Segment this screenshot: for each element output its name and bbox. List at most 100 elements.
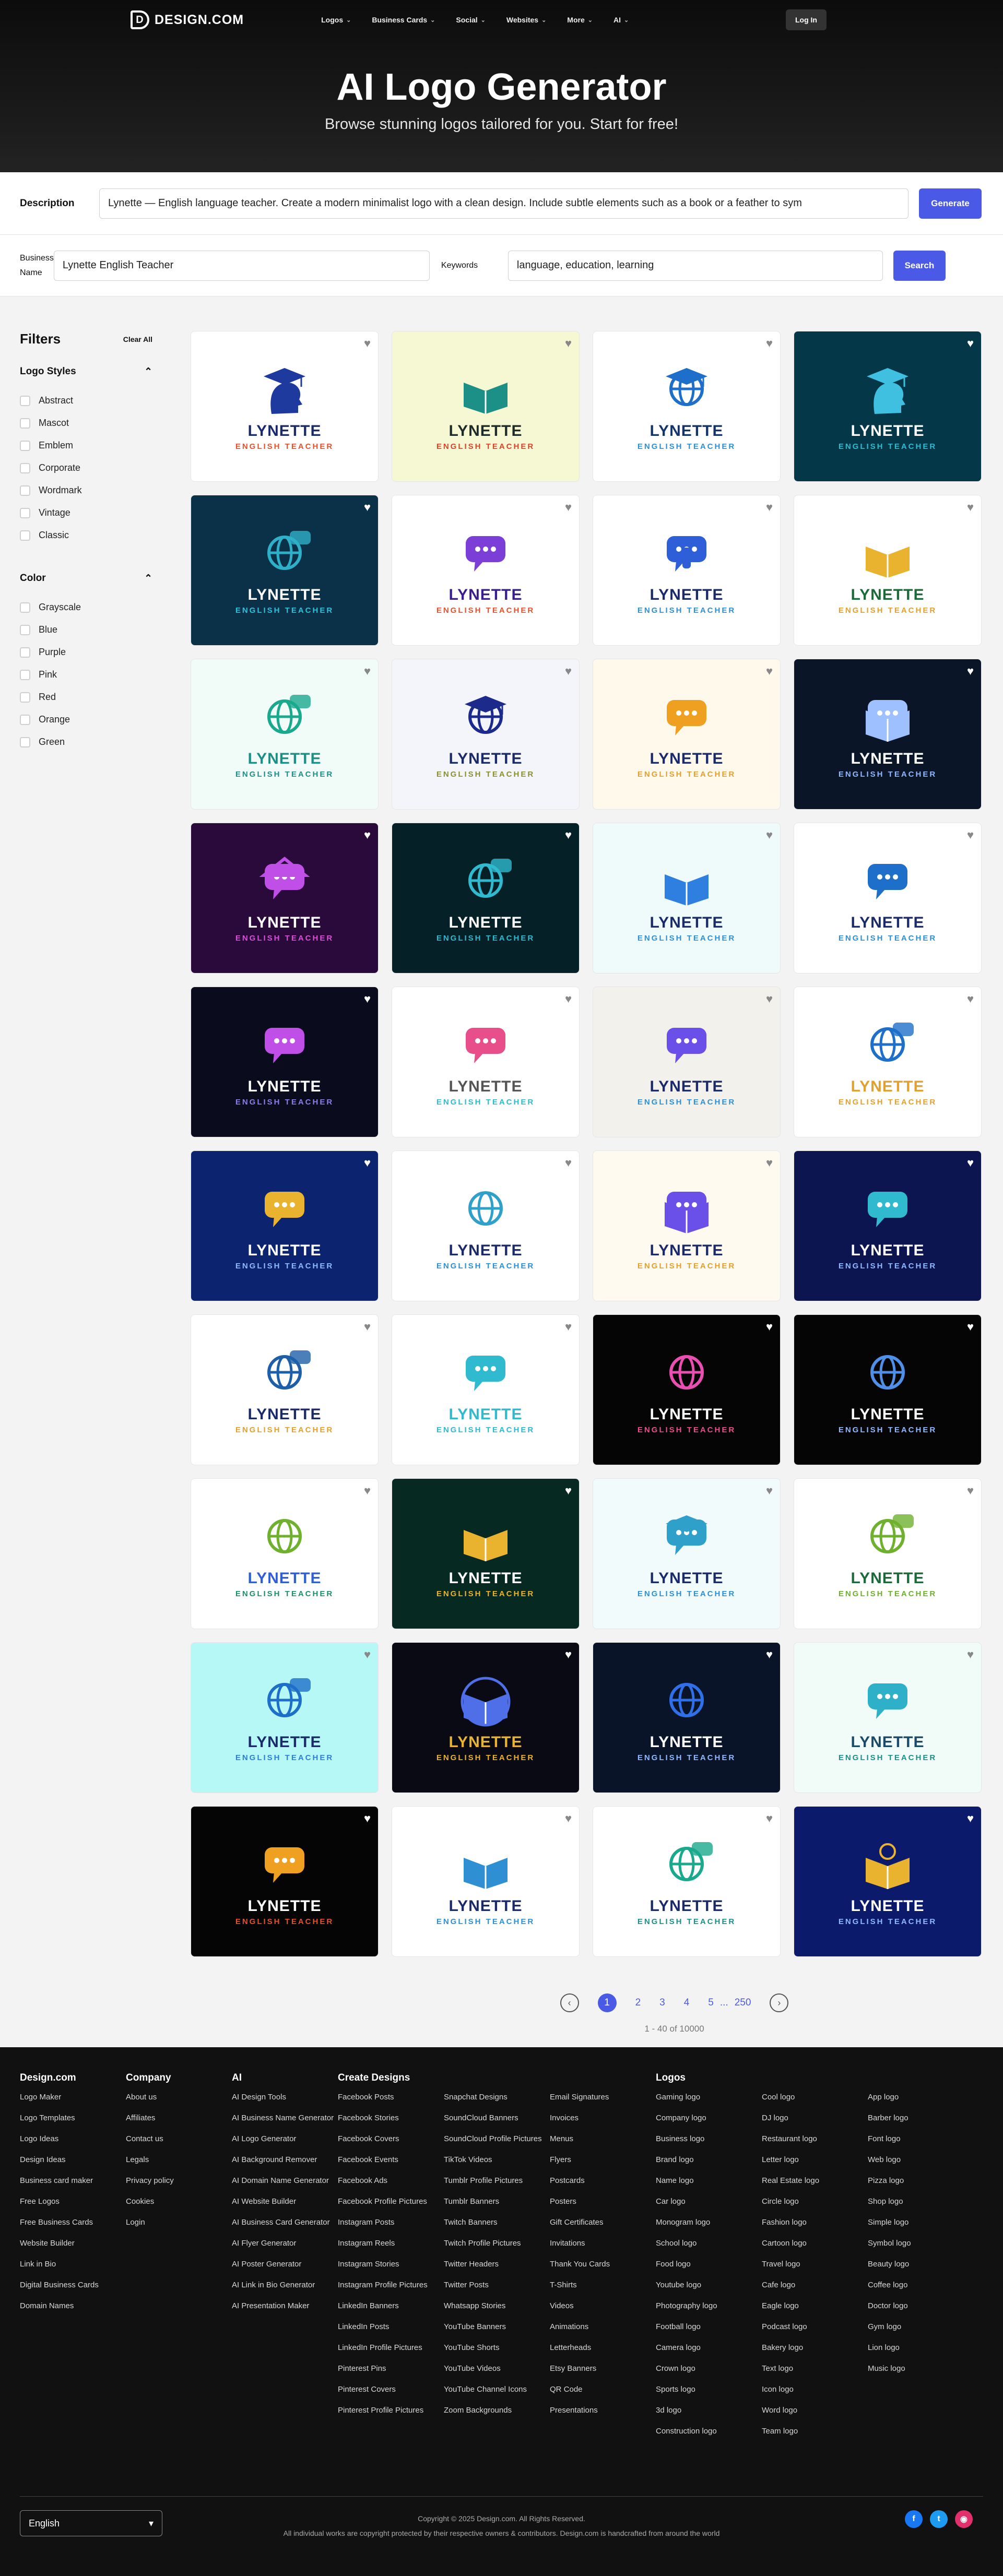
footer-link[interactable]: Travel logo bbox=[762, 2259, 868, 2269]
logo-card[interactable]: ♥ LYNETTE ENGLISH TEACHER bbox=[191, 987, 379, 1137]
logo-card[interactable]: ♥ LYNETTE ENGLISH TEACHER bbox=[794, 1806, 982, 1957]
logo-card[interactable]: ♥ LYNETTE ENGLISH TEACHER bbox=[392, 823, 580, 974]
logo-card[interactable]: ♥ LYNETTE ENGLISH TEACHER bbox=[593, 331, 781, 482]
logo-card[interactable]: ♥ LYNETTE ENGLISH TEACHER bbox=[794, 659, 982, 810]
filter-style-abstract[interactable]: Abstract bbox=[20, 389, 152, 412]
footer-link[interactable]: AI Design Tools bbox=[232, 2092, 338, 2102]
footer-link[interactable]: Real Estate logo bbox=[762, 2176, 868, 2186]
favorite-heart-icon[interactable]: ♥ bbox=[967, 992, 974, 1006]
nav-item-logos[interactable]: Logos ⌄ bbox=[311, 16, 361, 24]
favorite-heart-icon[interactable]: ♥ bbox=[967, 337, 974, 350]
logo-card[interactable]: ♥ LYNETTE ENGLISH TEACHER bbox=[392, 1806, 580, 1957]
footer-link[interactable]: Construction logo bbox=[656, 2426, 762, 2436]
logo-card[interactable]: ♥ LYNETTE ENGLISH TEACHER bbox=[191, 1150, 379, 1301]
footer-link[interactable]: TikTok Videos bbox=[444, 2155, 550, 2165]
favorite-heart-icon[interactable]: ♥ bbox=[364, 992, 371, 1006]
filter-color-purple[interactable]: Purple bbox=[20, 641, 152, 663]
footer-link[interactable]: Pinterest Profile Pictures bbox=[338, 2405, 444, 2415]
favorite-heart-icon[interactable]: ♥ bbox=[766, 1320, 773, 1334]
footer-link[interactable]: AI Business Card Generator bbox=[232, 2217, 338, 2227]
footer-link[interactable]: Contact us bbox=[126, 2134, 232, 2144]
footer-link[interactable]: LinkedIn Posts bbox=[338, 2322, 444, 2332]
logo-card[interactable]: ♥ LYNETTE ENGLISH TEACHER bbox=[593, 495, 781, 646]
footer-link[interactable]: Invitations bbox=[550, 2238, 656, 2248]
footer-link[interactable]: School logo bbox=[656, 2238, 762, 2248]
checkbox[interactable] bbox=[20, 530, 30, 541]
logo-card[interactable]: ♥ LYNETTE ENGLISH TEACHER bbox=[794, 1314, 982, 1465]
favorite-heart-icon[interactable]: ♥ bbox=[565, 1648, 572, 1661]
footer-link[interactable]: Free Business Cards bbox=[20, 2217, 126, 2227]
nav-item-ai[interactable]: AI ⌄ bbox=[603, 16, 639, 24]
footer-link[interactable]: Music logo bbox=[868, 2364, 974, 2373]
footer-link[interactable]: QR Code bbox=[550, 2384, 656, 2394]
footer-link[interactable]: Twitch Banners bbox=[444, 2217, 550, 2227]
footer-link[interactable]: Presentations bbox=[550, 2405, 656, 2415]
footer-link[interactable]: Email Signatures bbox=[550, 2092, 656, 2102]
footer-link[interactable]: Circle logo bbox=[762, 2197, 868, 2206]
footer-link[interactable]: Doctor logo bbox=[868, 2301, 974, 2311]
filter-style-vintage[interactable]: Vintage bbox=[20, 502, 152, 524]
checkbox[interactable] bbox=[20, 485, 30, 496]
footer-link[interactable]: Name logo bbox=[656, 2176, 762, 2186]
footer-link[interactable]: Affiliates bbox=[126, 2113, 232, 2123]
brand-logo[interactable]: D DESIGN.COM bbox=[131, 10, 244, 29]
nav-item-business-cards[interactable]: Business Cards ⌄ bbox=[361, 16, 445, 24]
footer-link[interactable]: Etsy Banners bbox=[550, 2364, 656, 2373]
footer-link[interactable]: Coffee logo bbox=[868, 2280, 974, 2290]
footer-link[interactable]: YouTube Channel Icons bbox=[444, 2384, 550, 2394]
logo-card[interactable]: ♥ LYNETTE ENGLISH TEACHER bbox=[392, 331, 580, 482]
footer-link[interactable]: AI Background Remover bbox=[232, 2155, 338, 2165]
footer-link[interactable]: Football logo bbox=[656, 2322, 762, 2332]
footer-link[interactable]: Design Ideas bbox=[20, 2155, 126, 2165]
checkbox[interactable] bbox=[20, 462, 30, 473]
favorite-heart-icon[interactable]: ♥ bbox=[364, 1812, 371, 1825]
logo-card[interactable]: ♥ LYNETTE ENGLISH TEACHER bbox=[392, 1478, 580, 1629]
footer-link[interactable]: Facebook Ads bbox=[338, 2176, 444, 2186]
filter-style-classic[interactable]: Classic bbox=[20, 524, 152, 547]
logo-card[interactable]: ♥ LYNETTE ENGLISH TEACHER bbox=[593, 987, 781, 1137]
favorite-heart-icon[interactable]: ♥ bbox=[565, 1156, 572, 1170]
filter-color-red[interactable]: Red bbox=[20, 686, 152, 708]
logo-card[interactable]: ♥ LYNETTE ENGLISH TEACHER bbox=[794, 1150, 982, 1301]
page-current[interactable]: 1 bbox=[597, 1993, 617, 2012]
footer-link[interactable]: Logo Maker bbox=[20, 2092, 126, 2102]
favorite-heart-icon[interactable]: ♥ bbox=[766, 1812, 773, 1825]
footer-link[interactable]: Cafe logo bbox=[762, 2280, 868, 2290]
logo-card[interactable]: ♥ LYNETTE ENGLISH TEACHER bbox=[794, 331, 982, 482]
favorite-heart-icon[interactable]: ♥ bbox=[565, 337, 572, 350]
footer-link[interactable]: AI Domain Name Generator bbox=[232, 2176, 338, 2186]
footer-link[interactable]: Pinterest Pins bbox=[338, 2364, 444, 2373]
footer-link[interactable]: Text logo bbox=[762, 2364, 868, 2373]
logo-card[interactable]: ♥ LYNETTE ENGLISH TEACHER bbox=[392, 1150, 580, 1301]
footer-link[interactable]: Domain Names bbox=[20, 2301, 126, 2311]
footer-link[interactable]: Login bbox=[126, 2217, 232, 2227]
favorite-heart-icon[interactable]: ♥ bbox=[565, 1812, 572, 1825]
footer-link[interactable]: Web logo bbox=[868, 2155, 974, 2165]
footer-link[interactable]: LinkedIn Profile Pictures bbox=[338, 2343, 444, 2353]
favorite-heart-icon[interactable]: ♥ bbox=[364, 337, 371, 350]
favorite-heart-icon[interactable]: ♥ bbox=[967, 501, 974, 514]
logo-card[interactable]: ♥ LYNETTE ENGLISH TEACHER bbox=[392, 987, 580, 1137]
checkbox[interactable] bbox=[20, 395, 30, 406]
favorite-heart-icon[interactable]: ♥ bbox=[565, 828, 572, 842]
footer-link[interactable]: Lion logo bbox=[868, 2343, 974, 2353]
search-button[interactable]: Search bbox=[893, 250, 946, 281]
footer-link[interactable]: Digital Business Cards bbox=[20, 2280, 126, 2290]
language-select[interactable]: English ▾ bbox=[20, 2510, 162, 2536]
generate-button[interactable]: Generate bbox=[919, 188, 982, 219]
page-link[interactable]: 3 bbox=[659, 1997, 665, 2009]
logo-card[interactable]: ♥ LYNETTE ENGLISH TEACHER bbox=[392, 1642, 580, 1793]
footer-link[interactable]: Shop logo bbox=[868, 2197, 974, 2206]
footer-link[interactable]: Letterheads bbox=[550, 2343, 656, 2353]
logo-card[interactable]: ♥ LYNETTE ENGLISH TEACHER bbox=[191, 1806, 379, 1957]
logo-card[interactable]: ♥ LYNETTE ENGLISH TEACHER bbox=[392, 659, 580, 810]
page-link[interactable]: 250 bbox=[735, 1997, 751, 2009]
footer-link[interactable]: Snapchat Designs bbox=[444, 2092, 550, 2102]
footer-link[interactable]: Instagram Profile Pictures bbox=[338, 2280, 444, 2290]
page-link[interactable]: 4 bbox=[684, 1997, 690, 2009]
logo-styles-header[interactable]: Logo Styles ⌃ bbox=[20, 366, 152, 378]
nav-item-websites[interactable]: Websites ⌄ bbox=[496, 16, 557, 24]
footer-link[interactable]: Instagram Posts bbox=[338, 2217, 444, 2227]
favorite-heart-icon[interactable]: ♥ bbox=[364, 1156, 371, 1170]
logo-card[interactable]: ♥ LYNETTE ENGLISH TEACHER bbox=[191, 1314, 379, 1465]
